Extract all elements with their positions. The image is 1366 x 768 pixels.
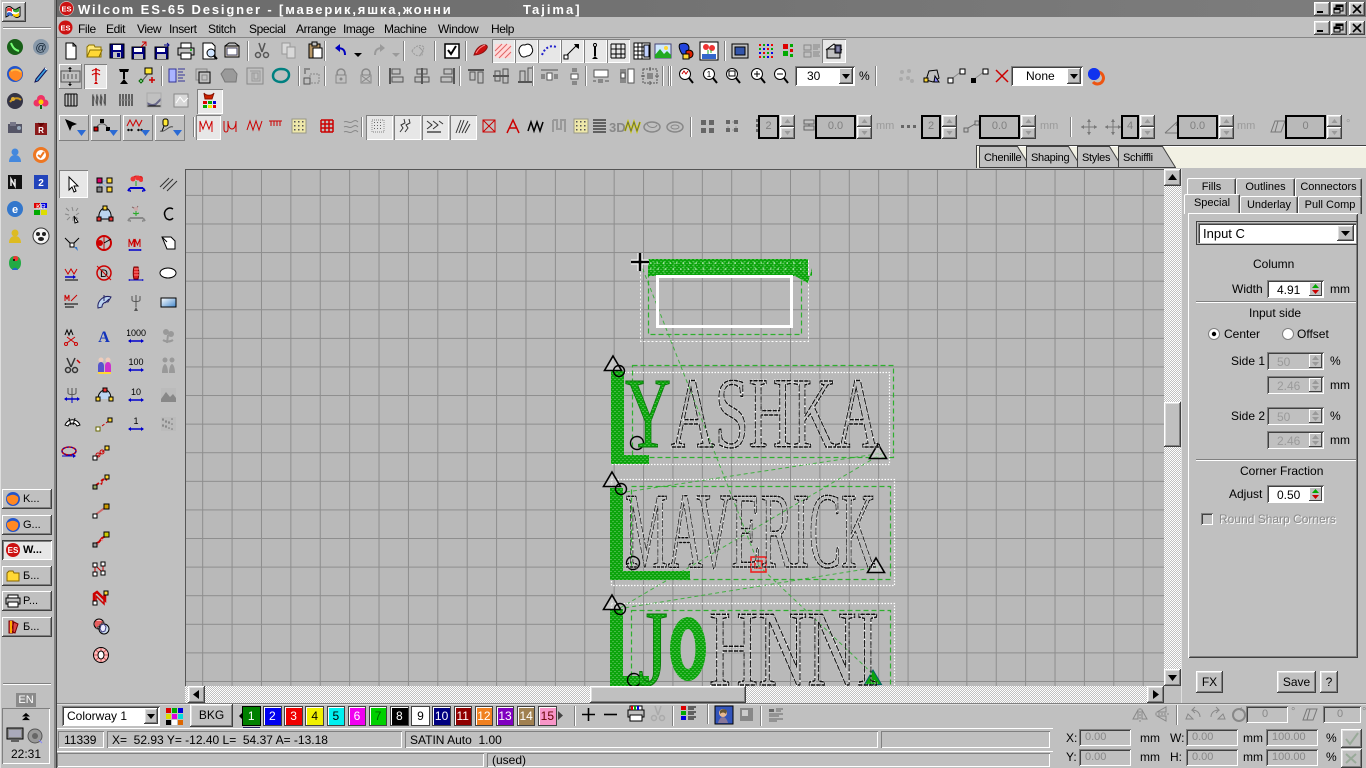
svg-text:Chenille: Chenille — [984, 152, 1022, 164]
svg-text:ASHKA: ASHKA — [671, 357, 880, 469]
svg-text:e: e — [12, 204, 18, 216]
svg-text:2: 2 — [38, 178, 44, 189]
svg-text:ES: ES — [60, 24, 70, 33]
svg-text:HNNI: HNNI — [709, 590, 879, 686]
svg-text:A: A — [98, 329, 110, 346]
svg-text:R: R — [38, 126, 44, 135]
svg-text:MAVERICK: MAVERICK — [625, 472, 876, 591]
svg-text:1: 1 — [707, 70, 712, 79]
svg-text:@: @ — [35, 42, 46, 54]
svg-text:KR: KR — [36, 204, 46, 211]
svg-text:J: J — [638, 590, 668, 686]
svg-text:Shaping: Shaping — [1031, 152, 1069, 164]
svg-text:Styles: Styles — [1082, 152, 1111, 164]
svg-text:Y: Y — [625, 357, 671, 469]
svg-text:ES: ES — [8, 546, 19, 555]
svg-text:Schiffli: Schiffli — [1123, 152, 1153, 164]
svg-text:10: 10 — [131, 387, 141, 397]
svg-text:ES: ES — [61, 5, 71, 14]
svg-text:100: 100 — [128, 357, 143, 367]
svg-text:1000: 1000 — [127, 328, 146, 338]
svg-text:1: 1 — [133, 416, 138, 426]
